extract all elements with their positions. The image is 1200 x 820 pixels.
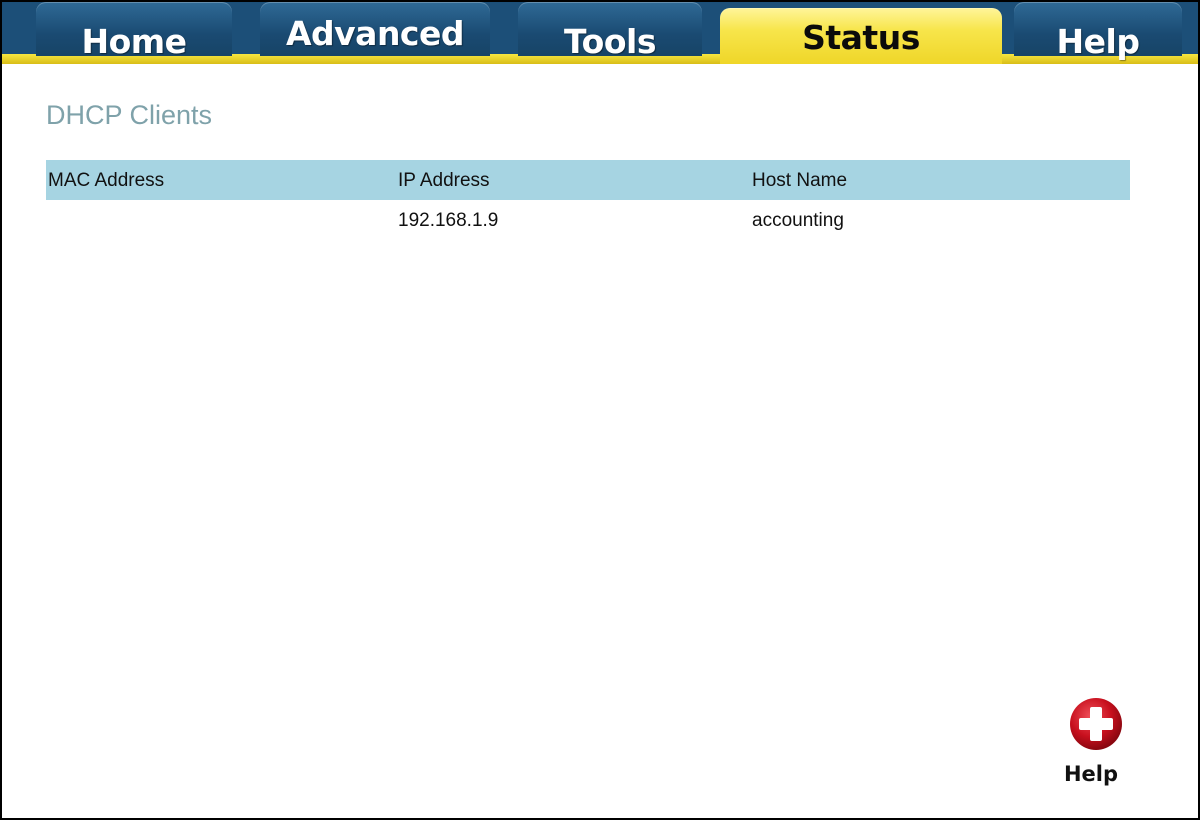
router-status-page: Home Advanced Tools Status Help DHCP Cli… [0,0,1200,820]
tab-tools-label: Tools [564,22,656,61]
column-header-host-name: Host Name [752,170,848,191]
plus-circle-icon [1070,698,1122,750]
tab-home-label: Home [81,22,187,61]
dhcp-clients-table: MAC Address IP Address Host Name 192.168… [46,160,1130,240]
cell-ip-address: 192.168.1.9 [398,210,499,231]
tab-tools[interactable]: Tools [518,2,702,61]
page-title: DHCP Clients [46,100,213,130]
tab-advanced-label: Advanced [286,14,465,53]
cell-host-name: accounting [752,210,844,231]
tab-status-label: Status [802,18,920,57]
table-row: 192.168.1.9 accounting [46,200,1130,240]
tab-advanced[interactable]: Advanced [260,2,490,56]
tab-home[interactable]: Home [36,2,232,61]
column-header-ip-address: IP Address [398,170,490,191]
table-header-row: MAC Address IP Address Host Name [46,160,1130,200]
tab-help-label: Help [1056,22,1140,61]
tab-status[interactable]: Status [720,8,1002,64]
column-header-mac-address: MAC Address [48,170,165,191]
help-button[interactable]: Help [1056,696,1136,796]
help-button-label: Help [1063,762,1119,786]
tab-help[interactable]: Help [1014,2,1182,61]
main-nav-tabs: Home Advanced Tools Status Help [2,2,1198,64]
